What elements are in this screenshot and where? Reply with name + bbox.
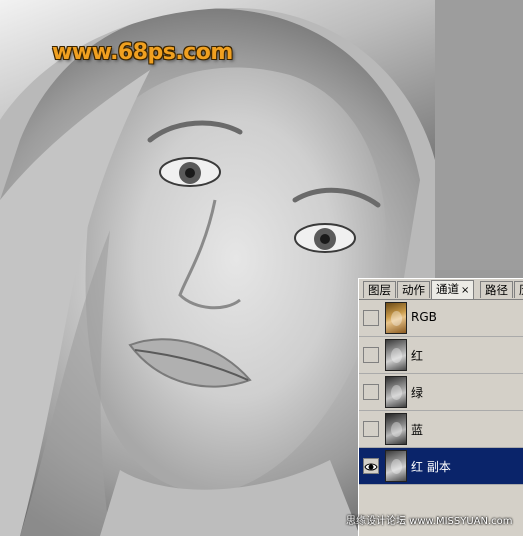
tab-history[interactable]: 历 xyxy=(514,281,523,298)
tab-paths[interactable]: 路径 xyxy=(480,281,513,298)
tab-channels-label: 通道 xyxy=(436,282,459,296)
channel-row-red-copy[interactable]: 红 副本 xyxy=(359,448,523,485)
channel-thumbnail xyxy=(385,339,407,371)
tab-paths-label: 路径 xyxy=(485,283,508,297)
visibility-toggle[interactable] xyxy=(363,347,379,363)
eye-icon xyxy=(364,463,378,471)
site-credit: 思缘设计论坛 www.MISSYUAN.com xyxy=(346,516,513,527)
tab-layers[interactable]: 图层 xyxy=(363,281,396,298)
watermark-logo: www.68ps.com xyxy=(52,40,233,65)
channel-name: RGB xyxy=(411,310,437,324)
channel-row-rgb[interactable]: RGB xyxy=(359,300,523,337)
channel-name: 绿 xyxy=(411,386,424,400)
workspace-background xyxy=(435,0,523,270)
tab-actions[interactable]: 动作 xyxy=(397,281,430,298)
visibility-toggle[interactable] xyxy=(363,421,379,437)
channel-thumbnail xyxy=(385,376,407,408)
close-icon[interactable]: × xyxy=(461,285,469,296)
visibility-toggle[interactable] xyxy=(363,458,379,474)
visibility-toggle[interactable] xyxy=(363,310,379,326)
channel-row-green[interactable]: 绿 xyxy=(359,374,523,411)
channels-panel: 图层 动作 通道× 路径 历 RGB 红 绿 蓝 xyxy=(358,278,523,536)
channel-thumbnail xyxy=(385,302,407,334)
panel-tab-bar: 图层 动作 通道× 路径 历 xyxy=(359,279,523,300)
channel-thumbnail xyxy=(385,413,407,445)
channel-name: 蓝 xyxy=(411,423,424,437)
tab-channels[interactable]: 通道 × xyxy=(431,280,475,299)
tab-layers-label: 图层 xyxy=(368,283,391,297)
tab-history-label: 历 xyxy=(519,283,523,297)
channel-name: 红 副本 xyxy=(411,460,451,474)
channel-row-red[interactable]: 红 xyxy=(359,337,523,374)
visibility-toggle[interactable] xyxy=(363,384,379,400)
tab-actions-label: 动作 xyxy=(402,283,425,297)
channel-row-blue[interactable]: 蓝 xyxy=(359,411,523,448)
channel-thumbnail xyxy=(385,450,407,482)
channel-name: 红 xyxy=(411,349,424,363)
